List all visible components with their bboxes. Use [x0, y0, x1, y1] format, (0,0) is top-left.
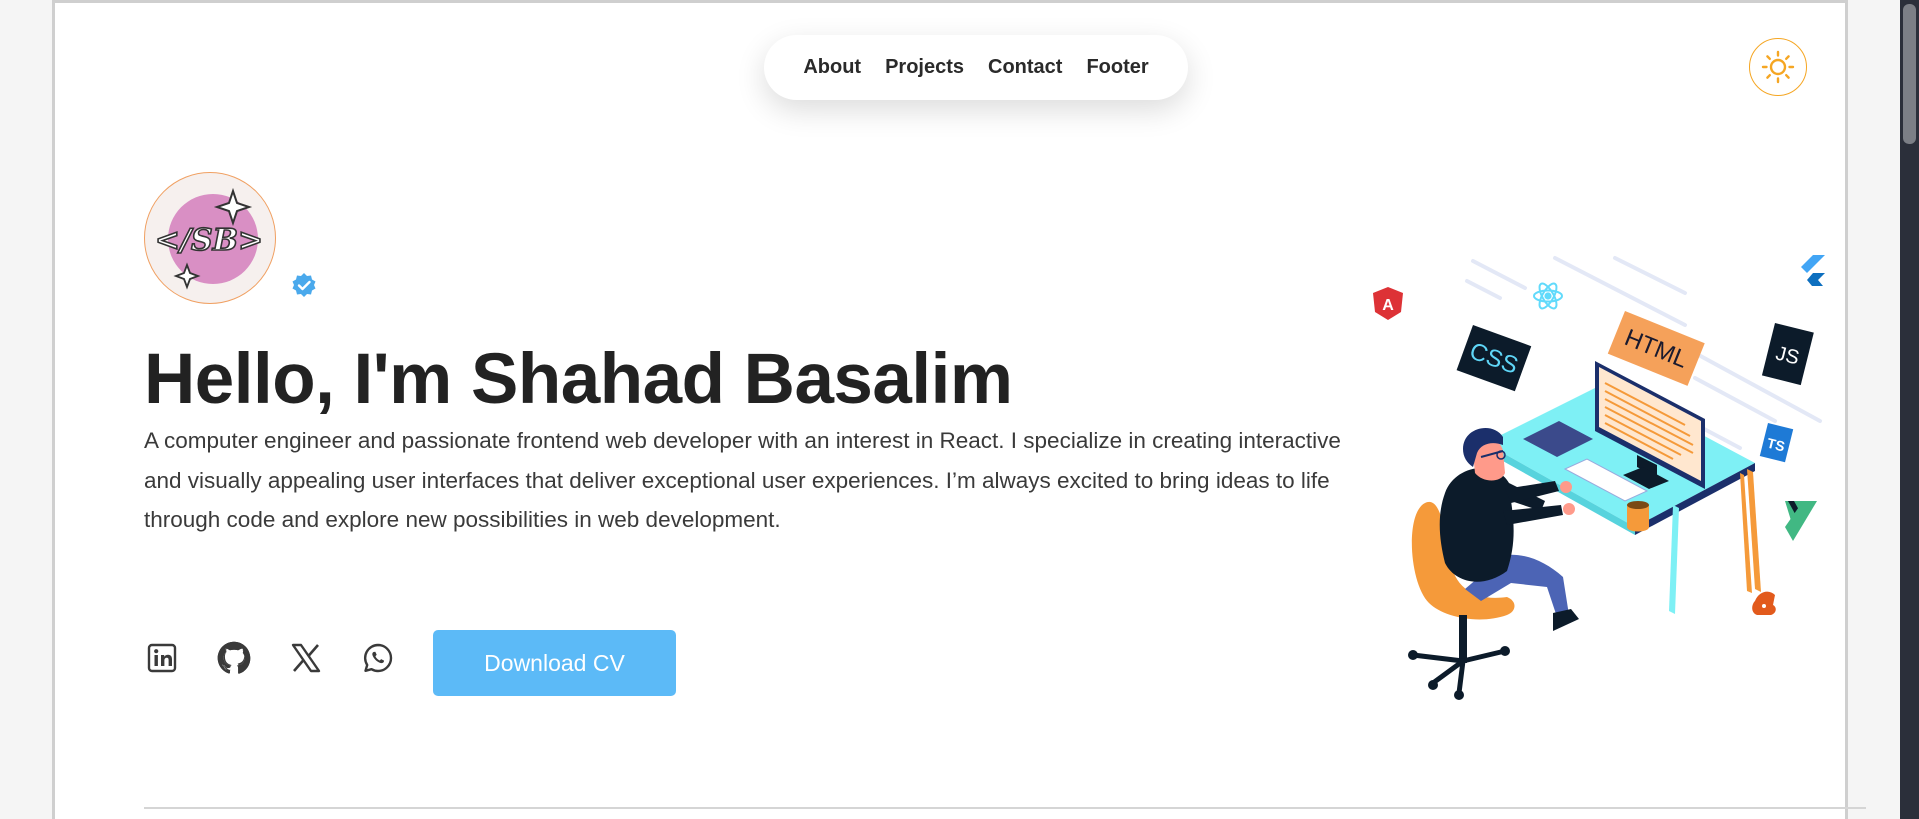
- avatar: </SB>: [144, 172, 276, 304]
- social-links: [144, 640, 396, 676]
- developer-illustration: A CSS HTML JS TS: [1373, 255, 1825, 700]
- github-icon[interactable]: [216, 640, 252, 676]
- section-divider: [144, 807, 1866, 809]
- x-icon[interactable]: [288, 640, 324, 676]
- sun-icon: [1761, 50, 1795, 84]
- vue-icon: [1785, 501, 1817, 541]
- whatsapp-icon[interactable]: [360, 640, 396, 676]
- hero-intro: A computer engineer and passionate front…: [144, 428, 1341, 532]
- angular-icon: A: [1373, 287, 1403, 320]
- download-cv-button[interactable]: Download CV: [433, 630, 676, 696]
- nav-projects-link[interactable]: Projects: [885, 56, 964, 79]
- js-badge: JS: [1761, 323, 1814, 386]
- svg-text:A: A: [1382, 297, 1394, 314]
- nav-contact-link[interactable]: Contact: [988, 56, 1062, 79]
- top-nav: About Projects Contact Footer: [764, 35, 1188, 100]
- css-badge: CSS: [1456, 325, 1532, 392]
- nav-footer-link[interactable]: Footer: [1086, 56, 1148, 79]
- nav-about-link[interactable]: About: [803, 56, 861, 79]
- coffee-cup: [1627, 501, 1649, 532]
- linkedin-icon[interactable]: [144, 640, 180, 676]
- theme-toggle-button[interactable]: [1749, 38, 1807, 96]
- hero-title: Hello, I'm Shahad Basalim: [144, 340, 1013, 419]
- react-icon: [1533, 282, 1563, 310]
- ts-badge: TS: [1759, 423, 1794, 463]
- scrollbar-thumb[interactable]: [1903, 4, 1916, 144]
- html-badge: HTML: [1607, 311, 1705, 386]
- vertical-scrollbar[interactable]: [1900, 0, 1919, 819]
- avatar-logo-text: </SB>: [155, 223, 263, 258]
- verified-badge-icon: [292, 273, 316, 297]
- svelte-like-icon: [1752, 591, 1776, 615]
- flutter-icon: [1801, 255, 1825, 286]
- page-frame: About Projects Contact Footer </SB> Hell…: [52, 0, 1866, 819]
